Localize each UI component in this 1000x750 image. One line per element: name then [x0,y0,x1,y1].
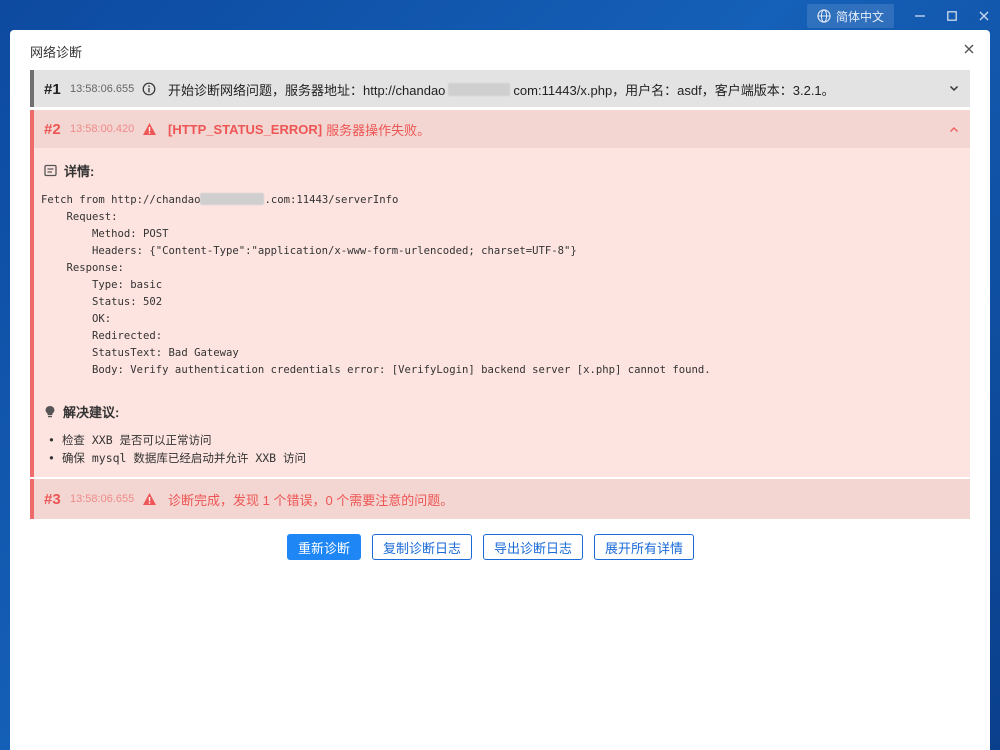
chevron-up-icon[interactable] [948,124,960,136]
detail-line: Response: [41,262,124,274]
suggestions-list: 检查 XXB 是否可以正常访问 确保 mysql 数据库已经启动并允许 XXB … [48,431,306,467]
entry-message: [HTTP_STATUS_ERROR] 服务器操作失败。 [168,120,430,139]
redacted-host [448,82,511,96]
info-circle-icon [142,81,158,97]
entry-time: 13:58:00.420 [70,123,135,135]
minimize-icon [915,15,925,17]
expand-all-button[interactable]: 展开所有详情 [594,534,695,560]
fetch-line: Fetch from http://chandao .com:11443/serv… [41,192,711,209]
log-entry-3[interactable]: #3 13:58:06.655 诊断完成，发现 1 个错误，0 个需要注意的问题… [30,479,970,519]
detail-line: Type: basic [41,279,163,291]
warning-triangle-icon [142,121,158,137]
chevron-down-icon[interactable] [948,82,960,94]
action-buttons: 重新诊断 复制诊断日志 导出诊断日志 展开所有详情 [287,534,695,560]
entry-message: 开始诊断网络问题，服务器地址：http://chandao com:11443/… [168,80,835,99]
suggestion-item: 检查 XXB 是否可以正常访问 [48,431,306,449]
entry-message-prefix: 开始诊断网络问题，服务器地址：http://chandao [168,82,446,98]
maximize-icon [947,11,957,21]
suggestion-item: 确保 mysql 数据库已经启动并允许 XXB 访问 [48,449,306,467]
log-entry-header[interactable]: #3 13:58:06.655 诊断完成，发现 1 个错误，0 个需要注意的问题… [34,479,970,519]
entry-time: 13:58:06.655 [70,493,135,505]
error-text: 服务器操作失败。 [326,122,431,138]
detail-line: Request: [41,211,118,223]
lightbulb-icon [45,406,55,418]
entry-number: #1 [44,80,61,98]
detail-line: Redirected: [41,330,163,342]
entry-message: 诊断完成，发现 1 个错误，0 个需要注意的问题。 [168,492,454,508]
detail-line: OK: [41,313,112,325]
close-icon [979,11,989,21]
detail-line: Method: POST [41,228,169,240]
details-title: 详情: [64,164,95,179]
close-icon[interactable] [962,42,976,56]
suggestions-title: 解决建议: [63,405,120,420]
detail-line: Status: 502 [41,296,163,308]
language-switcher[interactable]: 简体中文 [806,4,894,28]
copy-log-button[interactable]: 复制诊断日志 [372,534,473,560]
detail-line: Body: Verify authentication credentials … [41,364,711,376]
log-entry-1[interactable]: #1 13:58:06.655 开始诊断网络问题，服务器地址：http://ch… [30,70,970,107]
details-heading: 详情: [44,161,94,180]
entry-number: #3 [44,490,61,508]
error-details: Fetch from http://chandao .com:11443/serv… [41,192,711,379]
error-code: [HTTP_STATUS_ERROR] [168,121,323,137]
network-diagnosis-dialog: 网络诊断 #1 13:58:06.655 开始诊断网络问题，服务器地址：http… [10,30,990,750]
window-titlebar: 简体中文 [806,0,1000,32]
maximize-button[interactable] [936,0,968,32]
minimize-button[interactable] [904,0,936,32]
export-log-button[interactable]: 导出诊断日志 [483,534,584,560]
entry-time: 13:58:06.655 [70,83,135,95]
detail-line: StatusText: Bad Gateway [41,347,239,359]
suggestions-heading: 解决建议: [44,402,119,421]
dialog-title: 网络诊断 [30,45,83,60]
fetch-suffix: .com:11443/serverInfo [264,194,399,206]
entry-message-suffix: com:11443/x.php，用户名：asdf，客户端版本：3.2.1。 [513,82,835,98]
warning-triangle-icon [142,491,158,507]
window-close-button[interactable] [968,0,1000,32]
language-label: 简体中文 [835,9,884,24]
fetch-prefix: Fetch from http://chandao [41,194,201,206]
entry-number: #2 [44,120,61,138]
log-entry-2[interactable]: #2 13:58:00.420 [HTTP_STATUS_ERROR] 服务器操… [30,110,970,477]
globe-icon [817,9,831,23]
redacted-host [200,193,265,205]
detail-line: Headers: {"Content-Type":"application/x-… [41,245,577,257]
rediagnose-button[interactable]: 重新诊断 [287,534,362,560]
document-icon [44,164,57,177]
log-entry-header[interactable]: #1 13:58:06.655 开始诊断网络问题，服务器地址：http://ch… [34,70,970,108]
log-entry-header[interactable]: #2 13:58:00.420 [HTTP_STATUS_ERROR] 服务器操… [34,110,970,148]
